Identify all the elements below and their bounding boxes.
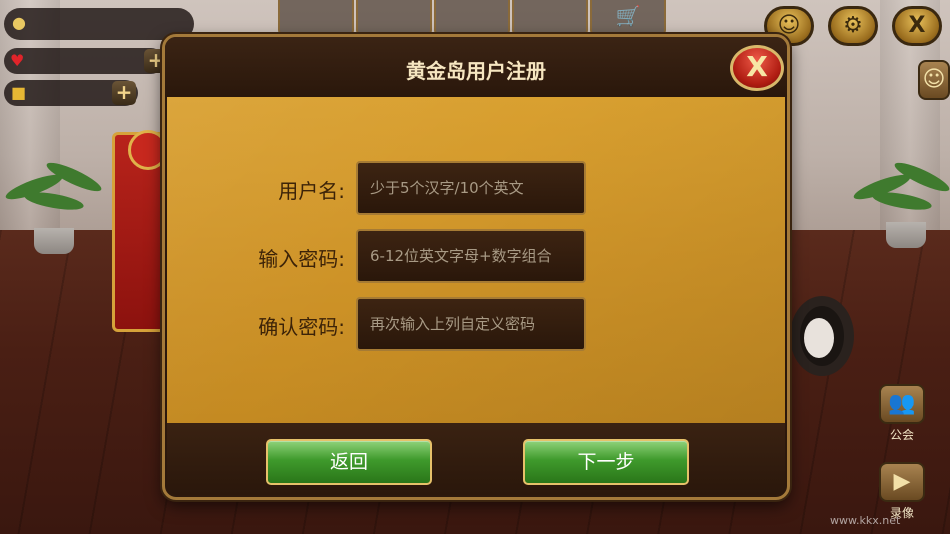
avatar-icon: ● <box>12 13 26 32</box>
confirm-password-input[interactable] <box>356 297 586 351</box>
password-row: 输入密码: <box>167 229 785 283</box>
back-button[interactable]: 返回 <box>266 439 432 485</box>
inventory-slot[interactable] <box>356 0 432 36</box>
dialog-close-button[interactable]: X <box>730 45 784 91</box>
profile-side-button[interactable]: ☺ <box>918 60 950 120</box>
inventory-slot[interactable] <box>434 0 510 36</box>
heart-icon: ♥ <box>10 51 25 70</box>
plant-leaves-left <box>3 157 114 230</box>
dialog-header: 黄金岛用户注册 X <box>165 37 787 97</box>
confirm-password-row: 确认密码: <box>167 297 785 351</box>
settings-button[interactable]: ⚙ <box>828 6 878 46</box>
plant-pot-right <box>886 222 926 248</box>
profile-icon: ☺ <box>918 60 950 100</box>
guild-button[interactable]: 👥 公会 <box>872 384 932 444</box>
record-button[interactable]: ▶ 录像 <box>872 462 932 522</box>
video-icon: ▶ <box>879 462 925 502</box>
register-form: 用户名: 输入密码: 确认密码: <box>167 97 785 423</box>
register-dialog: 黄金岛用户注册 X 用户名: 输入密码: 确认密码: 返回 下一步 <box>162 34 790 500</box>
dialog-title: 黄金岛用户注册 <box>406 59 546 83</box>
plant-leaves-right <box>851 157 950 230</box>
guild-label: 公会 <box>889 428 914 442</box>
exit-button[interactable]: X <box>892 6 942 46</box>
shop-cart-button[interactable]: 🛒 <box>590 0 666 36</box>
cart-wheel-hub <box>804 318 834 358</box>
confirm-password-label: 确认密码: <box>258 315 345 339</box>
close-icon: X <box>746 50 768 83</box>
add-gold-button[interactable]: + <box>112 81 136 105</box>
watermark-url: www.kkx.net <box>830 514 901 527</box>
inventory-slot[interactable] <box>278 0 354 36</box>
cart-icon: 🛒 <box>615 4 641 28</box>
username-row: 用户名: <box>167 161 785 215</box>
dialog-footer: 返回 下一步 <box>167 423 785 495</box>
username-label: 用户名: <box>278 179 345 203</box>
password-label: 输入密码: <box>258 247 345 271</box>
username-input[interactable] <box>356 161 586 215</box>
gold-coin-icon: ■ <box>11 83 27 102</box>
password-input[interactable] <box>356 229 586 283</box>
inventory-slot[interactable] <box>512 0 588 36</box>
player-name-bar: ● <box>4 8 194 40</box>
plant-pot-left <box>34 228 74 254</box>
next-step-button[interactable]: 下一步 <box>523 439 689 485</box>
health-bar: ♥ <box>4 48 164 74</box>
guild-icon: 👥 <box>879 384 925 424</box>
gear-icon: ⚙ <box>843 13 863 38</box>
close-icon: X <box>908 13 926 38</box>
